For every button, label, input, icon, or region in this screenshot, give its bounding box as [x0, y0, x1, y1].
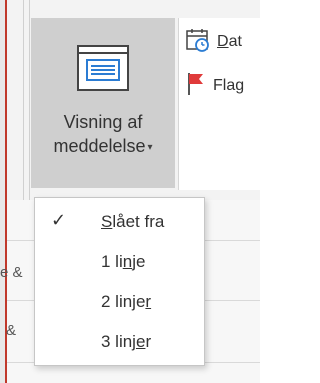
label-part: r [145, 332, 152, 351]
label-part: lået fra [112, 212, 165, 231]
message-view-button[interactable]: Visning af meddelelse ▾ [31, 18, 175, 188]
menu-item-off[interactable]: ✓ Slået fra [35, 202, 204, 242]
list-text-fragment: e & [0, 264, 23, 281]
menu-item-3-lines[interactable]: 3 linjer [35, 322, 204, 362]
label-part: 2 linje [101, 292, 146, 311]
calendar-clock-icon [185, 27, 211, 58]
label-mnemonic: n [122, 252, 133, 271]
message-view-label: Visning af meddelelse ▾ [31, 110, 175, 160]
label-part: je [132, 252, 146, 271]
menu-item-label: 2 linjer [101, 292, 151, 312]
date-label: at [228, 33, 242, 50]
ribbon-separator [23, 0, 24, 200]
flag-label: Flag [213, 77, 245, 94]
label-mnemonic: r [145, 292, 152, 311]
menu-item-2-lines[interactable]: 2 linjer [35, 282, 204, 322]
view-label-line1: Visning af [63, 112, 143, 132]
label-part: 3 linj [101, 332, 136, 351]
menu-item-label: Slået fra [101, 212, 164, 232]
chevron-down-icon: ▾ [147, 142, 153, 153]
message-preview-icon [75, 40, 131, 101]
flag-button[interactable]: Flag [185, 72, 244, 100]
ribbon-side-group: Dat Flag [178, 18, 260, 190]
view-label-line2: meddelelse [53, 136, 146, 156]
date-button[interactable]: Dat [185, 28, 242, 56]
menu-item-1-line[interactable]: 1 linje [35, 242, 204, 282]
message-view-dropdown: ✓ Slået fra 1 linje 2 linjer 3 linjer [34, 197, 205, 366]
ribbon-separator [29, 0, 30, 200]
menu-item-label: 3 linjer [101, 332, 151, 352]
date-label-mnemonic: D [217, 33, 229, 50]
flag-icon [185, 71, 207, 102]
checkmark-icon: ✓ [51, 210, 67, 230]
list-text-fragment: & [6, 322, 17, 339]
menu-item-label: 1 linje [101, 252, 145, 272]
label-part: 1 li [101, 252, 123, 271]
label-mnemonic: S [101, 212, 113, 231]
